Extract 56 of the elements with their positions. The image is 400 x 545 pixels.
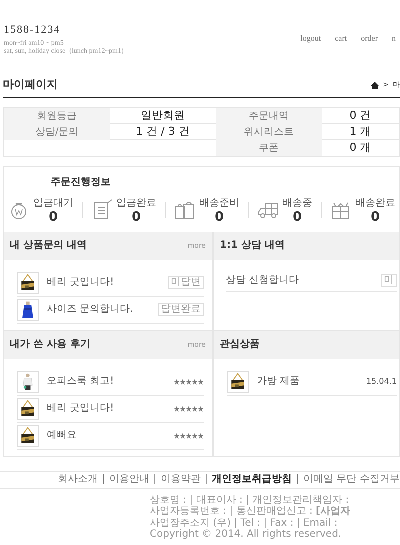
status-label: 배송완료	[356, 196, 396, 211]
link-separator: |	[296, 473, 300, 488]
summary-label: 쿠폰	[259, 142, 279, 156]
footer-link[interactable]: 개인정보취급방침	[212, 472, 292, 488]
summary-value: 0 건	[350, 108, 372, 124]
item-title[interactable]: 베리 굿입니다!	[47, 401, 166, 416]
link-separator: |	[102, 473, 106, 488]
panel-title: 관심상품	[220, 338, 260, 352]
status-count: 0	[214, 210, 226, 224]
item-date: 15.04.1	[366, 376, 397, 388]
summary-value: 1 건 / 3 건	[136, 124, 190, 140]
footer-link[interactable]: 이용안내	[109, 472, 150, 488]
panel-title: 내 상품문의 내역	[10, 239, 87, 254]
summary-label: 위시리스트	[244, 126, 294, 140]
link-separator: |	[204, 473, 208, 488]
item-title[interactable]: 사이즈 문의합니다.	[47, 302, 150, 318]
menu-link[interactable]: n	[392, 33, 396, 46]
summary-value: 일반회원	[141, 108, 185, 124]
item-title[interactable]: 상담 신청합니다	[226, 272, 373, 288]
answer-status: 미답변	[168, 276, 204, 290]
footer-link[interactable]: 회사소개	[58, 472, 98, 488]
status-label: 입금완료	[116, 196, 156, 211]
status-count: 0	[292, 210, 304, 224]
status-count: 0	[48, 210, 60, 224]
answer-status: 답변완료	[158, 303, 204, 316]
summary-value: 0 개	[350, 140, 372, 156]
page-title: 마이페이지	[3, 77, 58, 94]
company-info: 사업자등록번호 : | 통신판매업신고 : [사업자	[150, 506, 352, 518]
item-title[interactable]: 예뻐요	[47, 428, 166, 444]
status-count: 0	[130, 210, 142, 224]
footer-link[interactable]: 이용약관	[160, 472, 201, 488]
company-info: 사업장주소지 (우) | Tel : | Fax : | Email :	[150, 518, 339, 529]
menu-link[interactable]: cart	[335, 33, 348, 46]
status-label: 배송준비	[200, 196, 240, 211]
phone-number: 1588-1234	[4, 23, 62, 38]
section-title: 주문진행정보	[50, 176, 112, 190]
home-icon	[371, 82, 380, 90]
summary-label: 주문내역	[249, 110, 289, 124]
summary-value: 1 개	[350, 124, 372, 140]
company-info: 상호명 : | 대표이사 : | 개인정보관리책임자 :	[150, 494, 350, 506]
panel-title: 내가 쓴 사용 후기	[10, 338, 90, 352]
menu-link[interactable]: order	[361, 33, 378, 46]
answer-status: 미	[381, 274, 397, 287]
status-label: 배송중	[282, 196, 312, 211]
footer-link[interactable]: 이메일 무단 수집거부	[304, 472, 400, 488]
summary-label: 상담/문의	[35, 126, 79, 140]
item-title[interactable]: 베리 굿입니다!	[47, 275, 160, 290]
company-info: Copyright © 2014. All rights reserved.	[150, 529, 343, 541]
item-title[interactable]: 오피스룩 최고!	[47, 374, 166, 390]
summary-label: 회원등급	[37, 110, 77, 124]
link-separator: |	[153, 473, 157, 488]
status-count: 0	[370, 210, 382, 224]
status-label: 입금대기	[34, 196, 74, 211]
menu-link[interactable]: logout	[300, 33, 322, 46]
panel-title: 1:1 상담 내역	[220, 239, 285, 254]
item-title[interactable]: 가방 제품	[257, 374, 358, 390]
